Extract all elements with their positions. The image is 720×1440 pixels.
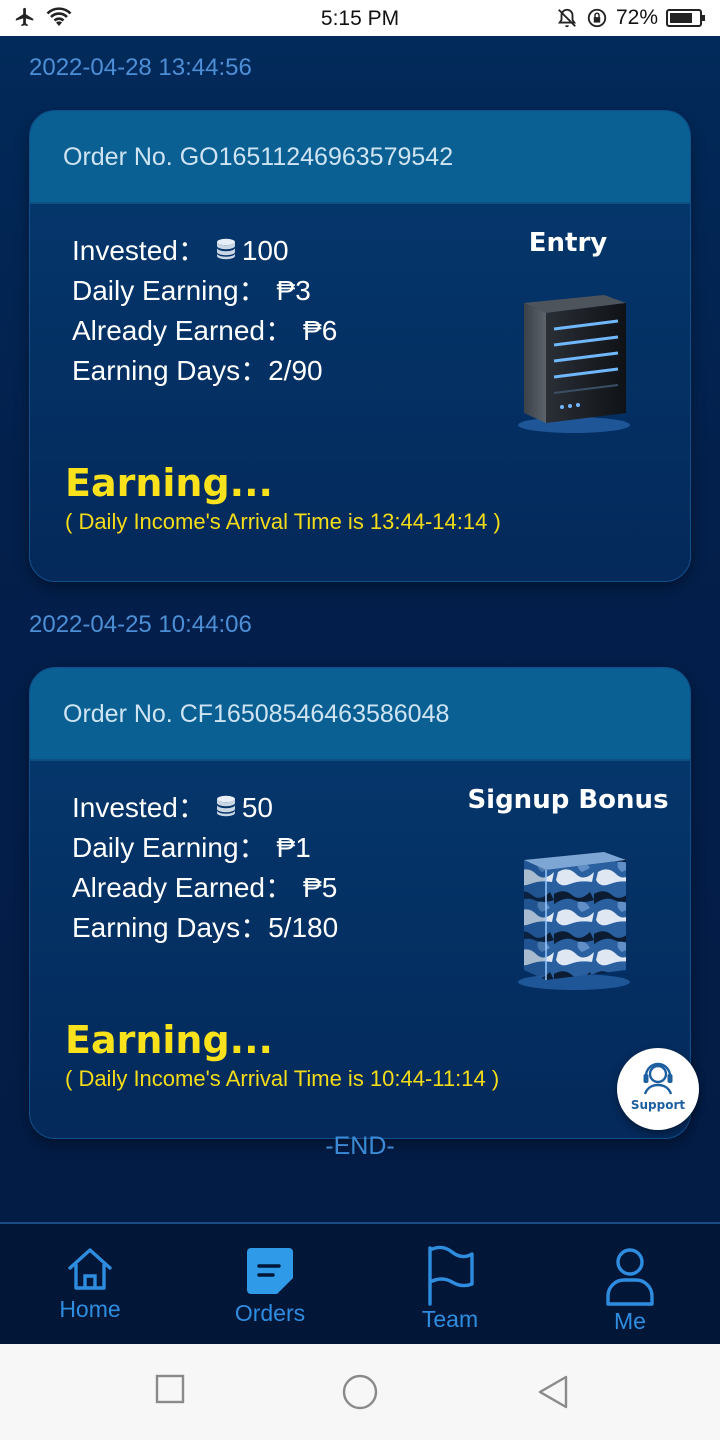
already-earned-value: ₱5 — [303, 872, 338, 903]
orders-list[interactable]: 2022-04-28 13:44:56 Order No. GO16511246… — [0, 36, 720, 1222]
daily-earning-row: Daily Earning： ₱1 — [72, 828, 338, 868]
already-earned-row: Already Earned： ₱6 — [72, 311, 337, 351]
order-number: Order No. GO16511246963579542 — [63, 143, 454, 171]
invested-label: Invested： — [72, 235, 206, 266]
earning-days-label: Earning Days： — [72, 912, 269, 943]
already-earned-label: Already Earned： — [72, 872, 294, 903]
invested-row: Invested： 100 — [72, 231, 337, 271]
support-button[interactable]: Support — [617, 1048, 699, 1130]
arrival-time-text: ( Daily Income's Arrival Time is 10:44-1… — [65, 1066, 500, 1091]
earning-days-row: Earning Days： 2/90 — [72, 351, 337, 391]
invested-value: 100 — [241, 235, 289, 266]
invested-label: Invested： — [72, 792, 206, 823]
order-card[interactable]: Order No. CF16508546463586048 Invested： … — [29, 667, 691, 1139]
nav-me[interactable]: Me — [540, 1224, 720, 1346]
order-info: Invested： 100 Daily Earning： ₱3 Already … — [72, 231, 337, 391]
order-card-header: Order No. CF16508546463586048 — [30, 668, 690, 761]
nav-me-label: Me — [614, 1308, 646, 1334]
bottom-nav: Home Orders Team Me — [0, 1222, 720, 1344]
earning-status: Earning... — [65, 1018, 273, 1062]
earning-days-value: 2/90 — [268, 355, 323, 386]
order-date: 2022-04-28 13:44:56 — [29, 54, 252, 81]
server-camo-icon — [514, 846, 634, 991]
order-card-header: Order No. GO16511246963579542 — [30, 111, 690, 204]
daily-earning-row: Daily Earning： ₱3 — [72, 271, 337, 311]
earning-days-label: Earning Days： — [72, 355, 269, 386]
already-earned-label: Already Earned： — [72, 315, 294, 346]
battery-percent: 72% — [615, 6, 658, 29]
server-dark-icon — [514, 289, 634, 434]
daily-earning-label: Daily Earning： — [72, 832, 267, 863]
nav-orders[interactable]: Orders — [180, 1224, 360, 1346]
nav-orders-label: Orders — [234, 1300, 306, 1326]
order-info: Invested： 50 Daily Earning： ₱1 Already E… — [72, 788, 338, 948]
earning-status: Earning... — [65, 461, 273, 505]
nav-home-label: Home — [59, 1296, 121, 1322]
earning-days-row: Earning Days： 5/180 — [72, 908, 338, 948]
plan-name: Signup Bonus — [467, 785, 669, 815]
invested-row: Invested： 50 — [72, 788, 338, 828]
daily-earning-label: Daily Earning： — [72, 275, 267, 306]
coin-stack-icon — [216, 231, 236, 271]
system-nav-bar — [0, 1344, 720, 1440]
order-date: 2022-04-25 10:44:06 — [29, 611, 252, 638]
end-of-list: -END- — [325, 1132, 395, 1160]
status-bar: 5:15 PM 72% — [0, 0, 720, 36]
bell-off-icon — [556, 7, 578, 29]
already-earned-value: ₱6 — [303, 315, 338, 346]
already-earned-row: Already Earned： ₱5 — [72, 868, 338, 908]
earning-days-value: 5/180 — [268, 912, 339, 943]
daily-earning-value: ₱1 — [276, 832, 311, 863]
battery-icon — [666, 8, 706, 28]
arrival-time-text: ( Daily Income's Arrival Time is 13:44-1… — [65, 509, 501, 534]
nav-team[interactable]: Team — [360, 1224, 540, 1346]
daily-earning-value: ₱3 — [276, 275, 311, 306]
nav-home[interactable]: Home — [0, 1224, 180, 1346]
plan-name: Entry — [528, 228, 608, 258]
order-number: Order No. CF16508546463586048 — [63, 700, 450, 728]
nav-team-label: Team — [421, 1306, 479, 1332]
rotation-lock-icon — [586, 7, 608, 29]
coin-stack-icon — [216, 788, 236, 828]
invested-value: 50 — [241, 792, 274, 823]
support-label: Support — [630, 1098, 686, 1112]
order-card[interactable]: Order No. GO16511246963579542 Invested： … — [29, 110, 691, 582]
